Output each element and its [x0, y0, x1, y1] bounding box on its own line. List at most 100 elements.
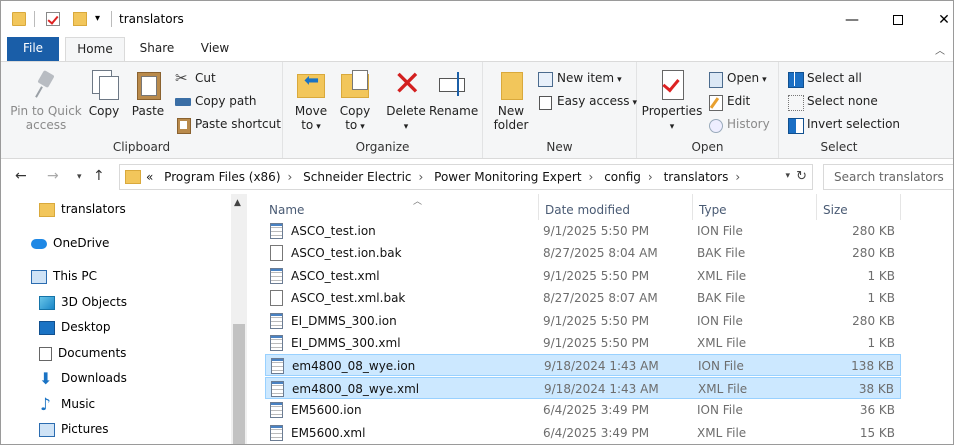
breadcrumb-program-files[interactable]: Program Files (x86)	[164, 170, 280, 184]
minimize-button[interactable]: —	[829, 7, 875, 33]
new-item-button[interactable]: New item ▾	[537, 68, 622, 88]
file-size: 280 KB	[852, 246, 895, 261]
copy-to-button[interactable]: Copy to ▾	[335, 68, 375, 134]
paste-shortcut-button[interactable]: Paste shortcut	[175, 114, 281, 134]
file-row[interactable]: ASCO_test.xml.bak 8/27/2025 8:07 AM BAK Fi…	[265, 287, 901, 309]
edit-icon	[707, 94, 723, 111]
divider	[34, 11, 35, 27]
file-row[interactable]: em4800_08_wye.ion 9/18/2024 1:43 AM ION Fi…	[265, 354, 901, 377]
address-history-chevron-icon[interactable]: ▾	[785, 171, 790, 181]
up-arrow-icon[interactable]: ↑	[93, 168, 105, 184]
easy-access-button[interactable]: Easy access ▾	[537, 91, 637, 111]
scroll-up-icon[interactable]: ▲	[234, 198, 241, 208]
recent-locations-chevron-icon[interactable]: ▾	[77, 172, 82, 182]
breadcrumb-translators[interactable]: translators	[664, 170, 729, 184]
navigation-pane-scrollbar[interactable]: ▲	[231, 194, 247, 444]
onedrive-cloud-icon	[31, 238, 47, 249]
breadcrumb-overflow[interactable]: «	[146, 170, 153, 184]
new-item-icon	[537, 71, 553, 87]
file-row[interactable]: em4800_08_wye.xml 9/18/2024 1:43 AM XML Fi…	[265, 376, 901, 399]
text-file-icon	[271, 380, 284, 397]
tab-file[interactable]: File	[7, 37, 59, 61]
file-date-modified: 6/4/2025 3:49 PM	[543, 425, 650, 440]
rename-icon	[437, 68, 469, 100]
file-row[interactable]: EM5600.ion 6/4/2025 3:49 PM ION File 36 KB	[265, 399, 901, 421]
chevron-right-icon[interactable]: ›	[419, 170, 424, 184]
column-header-type[interactable]: Type	[693, 194, 817, 220]
paste-button[interactable]: Paste	[128, 68, 168, 118]
refresh-icon[interactable]: ↻	[796, 169, 807, 184]
nav-item-pictures[interactable]: Pictures	[39, 417, 109, 441]
rename-button[interactable]: Rename	[429, 68, 478, 118]
move-to-button[interactable]: Move to▾	[291, 68, 331, 134]
maximize-button[interactable]	[875, 7, 921, 33]
nav-item-onedrive[interactable]: OneDrive	[31, 231, 109, 255]
chevron-right-icon[interactable]: ›	[648, 170, 653, 184]
delete-button[interactable]: Delete ▾	[385, 64, 427, 134]
file-row[interactable]: EI_DMMS_300.ion 9/1/2025 5:50 PM ION File 2…	[265, 310, 901, 332]
edit-button[interactable]: Edit	[707, 91, 750, 111]
close-button[interactable]: ✕	[921, 7, 953, 33]
select-all-label: Select all	[807, 71, 862, 85]
navigation-pane: translators OneDrive This PC 3D Objects …	[1, 194, 247, 444]
search-input[interactable]: Search translators	[823, 164, 953, 190]
nav-item-3d-objects[interactable]: 3D Objects	[39, 290, 127, 314]
text-file-icon	[270, 267, 283, 284]
new-folder-quick-icon[interactable]	[73, 12, 87, 26]
file-name: ASCO_test.xml	[291, 268, 380, 283]
tab-view[interactable]: View	[189, 37, 241, 61]
open-button[interactable]: Open ▾	[707, 68, 767, 88]
chevron-up-icon[interactable]: ︿	[935, 42, 945, 57]
chevron-right-icon[interactable]: ›	[735, 170, 740, 184]
copy-path-label: Copy path	[195, 94, 257, 108]
properties-label: Properties	[641, 104, 703, 118]
file-name: EM5600.ion	[291, 403, 362, 418]
back-arrow-icon[interactable]: ←	[15, 168, 27, 184]
copy-button[interactable]: Copy	[85, 68, 123, 118]
nav-item-this-pc[interactable]: This PC	[31, 264, 97, 288]
scrollbar-thumb[interactable]	[233, 324, 245, 444]
address-bar[interactable]: « Program Files (x86) › Schneider Electri…	[119, 164, 813, 190]
file-row[interactable]: EI_DMMS_300.xml 9/1/2025 5:50 PM XML File 1…	[265, 332, 901, 354]
file-row[interactable]: ASCO_test.xml 9/1/2025 5:50 PM XML File 1 K…	[265, 265, 901, 287]
column-header-date[interactable]: Date modified	[539, 194, 693, 220]
chevron-down-icon: ▾	[762, 75, 767, 85]
file-row[interactable]: ASCO_test.ion.bak 8/27/2025 8:04 AM BAK Fi…	[265, 242, 901, 264]
properties-button[interactable]: Properties ▾	[641, 68, 703, 134]
pin-label-line2: access	[25, 118, 67, 132]
select-all-button[interactable]: Select all	[787, 68, 862, 88]
file-row[interactable]: EM5600.xml 6/4/2025 3:49 PM XML File 15 KB	[265, 422, 901, 444]
nav-item-downloads[interactable]: Downloads	[39, 366, 127, 391]
nav-item-music[interactable]: Music	[39, 392, 95, 417]
file-row[interactable]: ASCO_test.ion 9/1/2025 5:50 PM ION File 280…	[265, 220, 901, 242]
new-folder-button[interactable]: New folder	[489, 68, 533, 132]
nav-item-documents[interactable]: Documents	[39, 341, 126, 365]
file-date-modified: 6/4/2025 3:49 PM	[543, 403, 650, 418]
column-header-size[interactable]: Size	[817, 194, 901, 220]
pin-to-quick-access-button[interactable]: Pin to Quick access	[9, 68, 83, 132]
tab-home[interactable]: Home	[65, 37, 125, 62]
properties-check-icon[interactable]	[46, 12, 60, 26]
nav-item-desktop[interactable]: Desktop	[39, 315, 111, 339]
chevron-right-icon[interactable]: ›	[589, 170, 594, 184]
quick-access-dropdown-icon[interactable]: ▾	[95, 13, 100, 24]
column-header-name[interactable]: ︿ Name	[263, 194, 539, 220]
file-type: BAK File	[697, 246, 746, 261]
select-none-button[interactable]: Select none	[787, 91, 878, 111]
chevron-right-icon[interactable]: ›	[288, 170, 293, 184]
pictures-icon	[39, 422, 55, 437]
history-button[interactable]: History	[707, 114, 770, 134]
cut-button[interactable]: Cut	[175, 68, 216, 88]
breadcrumb-config[interactable]: config	[604, 170, 641, 184]
invert-selection-button[interactable]: Invert selection	[787, 114, 900, 134]
file-name: ASCO_test.xml.bak	[291, 291, 406, 306]
breadcrumb-schneider-electric[interactable]: Schneider Electric	[303, 170, 411, 184]
nav-item-translators[interactable]: translators	[39, 197, 126, 221]
file-date-modified: 9/1/2025 5:50 PM	[543, 313, 650, 328]
forward-arrow-icon[interactable]: →	[47, 168, 59, 184]
tab-share[interactable]: Share	[129, 37, 185, 61]
new-item-label: New item	[557, 71, 615, 85]
copy-path-button[interactable]: Copy path	[175, 91, 257, 111]
breadcrumb-power-monitoring-expert[interactable]: Power Monitoring Expert	[434, 170, 581, 184]
open-group: Properties ▾ Open ▾ Edit History Open	[637, 62, 779, 158]
